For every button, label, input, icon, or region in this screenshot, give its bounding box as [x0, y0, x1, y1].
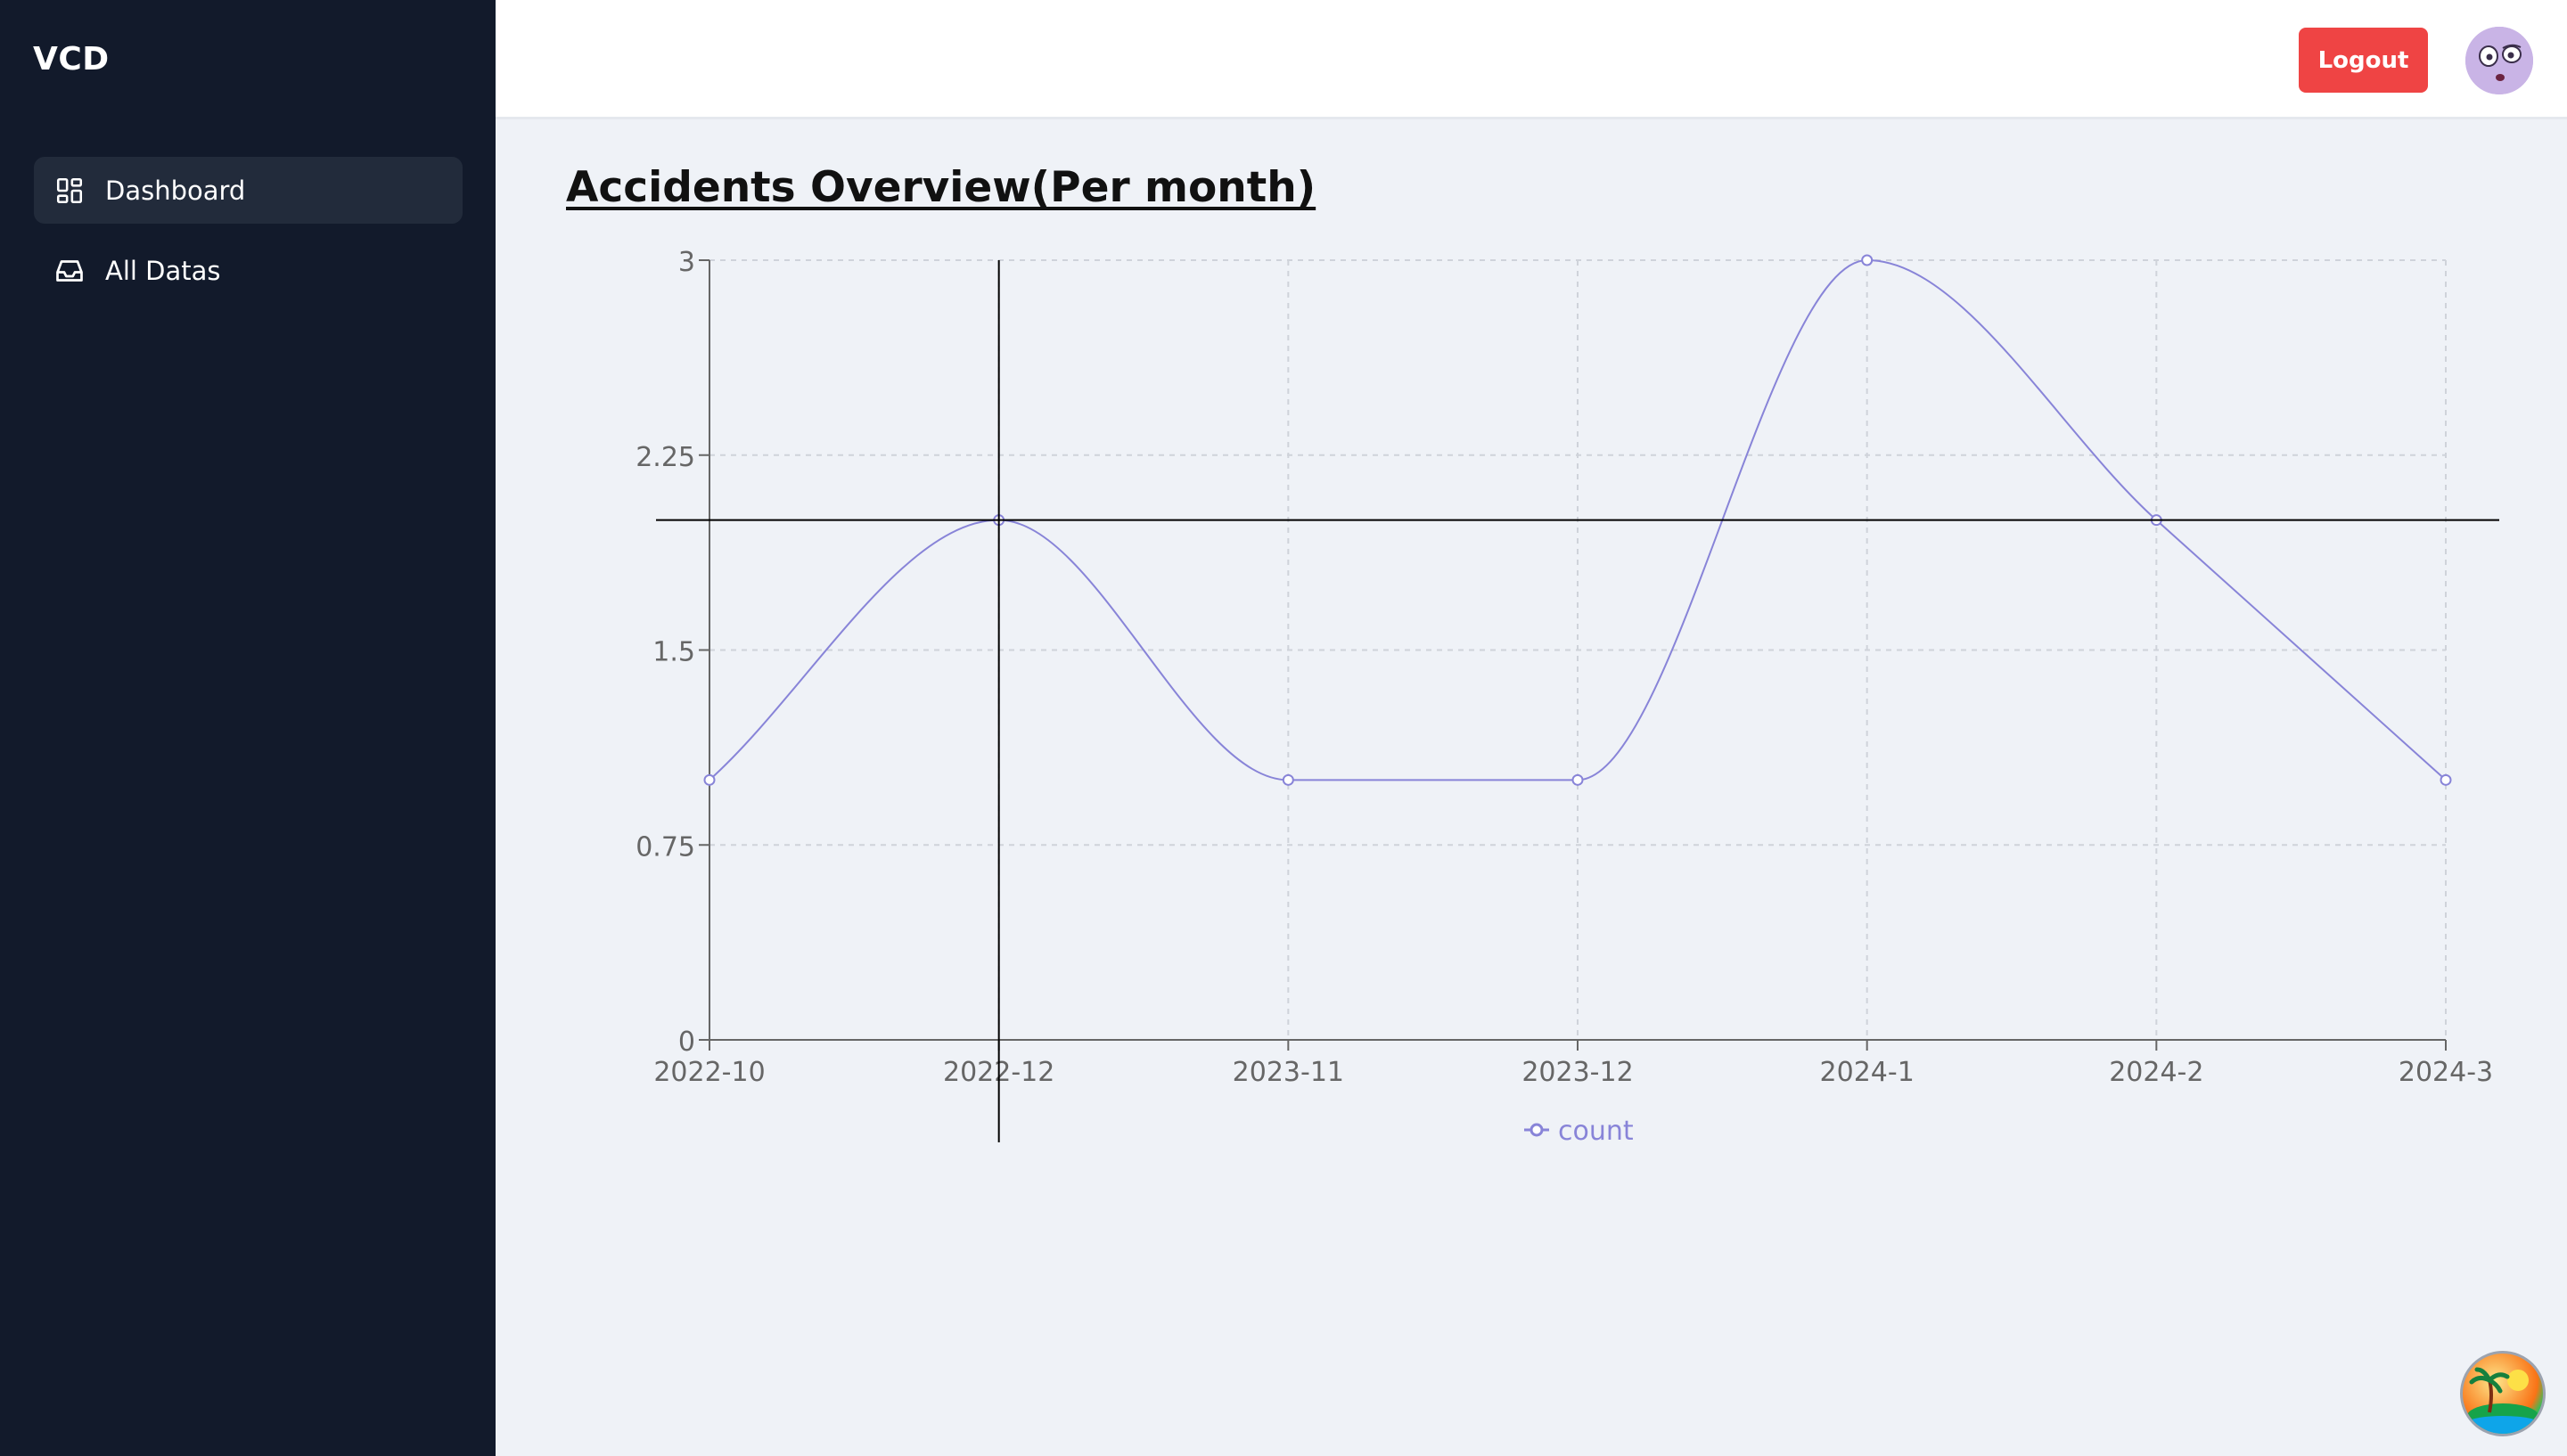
- x-tick-label: 2024-3: [2399, 1057, 2493, 1088]
- logout-button[interactable]: Logout: [2299, 28, 2428, 93]
- y-tick-label: 3: [678, 247, 695, 278]
- accidents-line-chart: 0 0.75 1.5 2.25 3 2022-10 2022-12 2023-11 2023-1…: [496, 223, 2567, 1203]
- chart-canvas: 00.751.52.2532022-10 2022-12 2023-11 2023-1…: [636, 247, 2499, 1147]
- x-tick-label: 2024-2: [2109, 1057, 2203, 1088]
- data-point: [703, 773, 716, 786]
- page-title: Accidents Overview(Per month): [566, 163, 1316, 212]
- dashboard-grid-icon: [52, 173, 87, 209]
- inbox-tray-icon: [52, 253, 87, 289]
- x-tick-label: 2022-10: [653, 1057, 765, 1088]
- floating-widget-button[interactable]: [2460, 1351, 2546, 1436]
- data-point: [1571, 773, 1584, 786]
- y-tick-label: 2.25: [636, 442, 695, 473]
- sidebar-item-dashboard[interactable]: Dashboard: [34, 157, 463, 224]
- island-sunset-icon: [2464, 1367, 2542, 1434]
- legend-symbol-marker: [1530, 1123, 1544, 1137]
- sidebar-item-label: All Datas: [105, 255, 221, 286]
- avatar[interactable]: [2465, 27, 2533, 94]
- sidebar: VCD Dashboard All Datas: [0, 0, 496, 1456]
- sidebar-item-all-datas[interactable]: All Datas: [34, 237, 463, 304]
- y-tick-label: 0: [678, 1027, 695, 1058]
- y-tick-label: 1.5: [652, 637, 695, 668]
- y-tick-label: 0.75: [636, 831, 695, 863]
- sidebar-item-label: Dashboard: [105, 175, 246, 206]
- data-point: [1861, 254, 1874, 266]
- top-bar: [496, 0, 2567, 119]
- x-tick-label: 2024-1: [1820, 1057, 1915, 1088]
- x-tick-label: 2023-12: [1521, 1057, 1633, 1088]
- data-point: [2440, 773, 2452, 786]
- legend-label-count: count: [1558, 1116, 1634, 1147]
- data-point: [1282, 773, 1294, 786]
- x-tick-label: 2023-11: [1233, 1057, 1344, 1088]
- avatar-face-icon: [2465, 27, 2533, 94]
- brand-logo: VCD: [33, 41, 110, 78]
